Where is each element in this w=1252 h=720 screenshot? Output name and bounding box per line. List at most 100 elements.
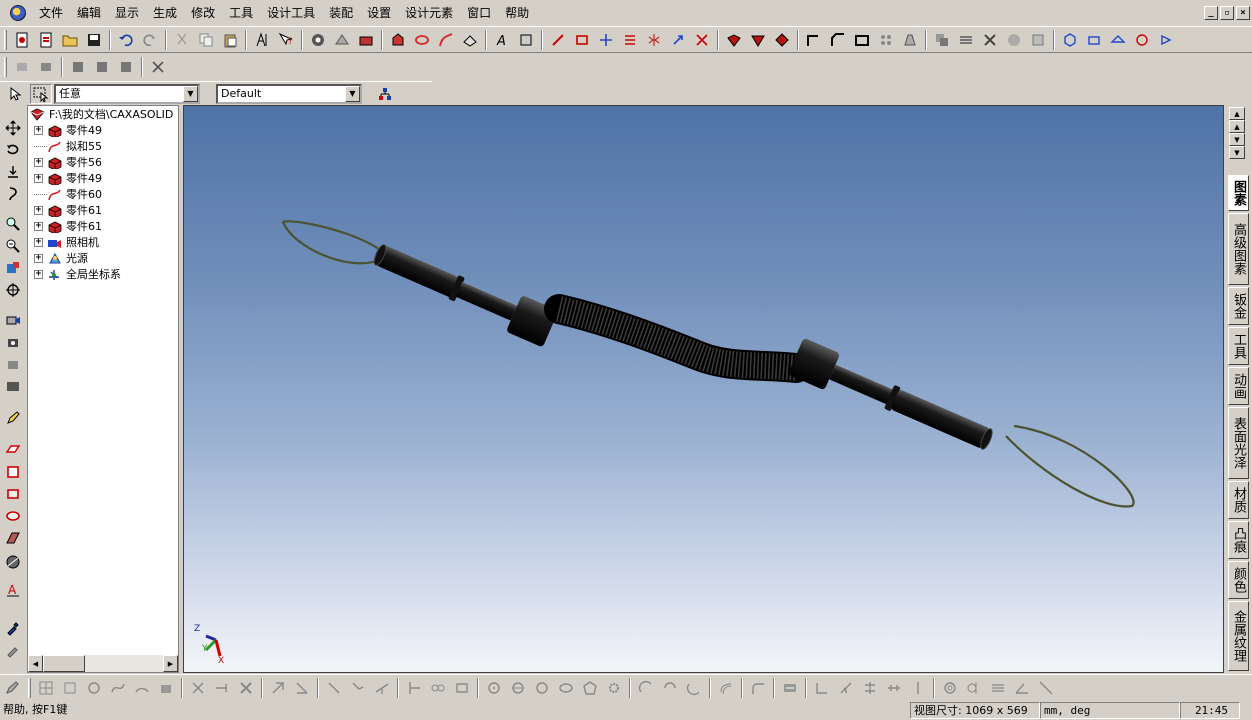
new-document-icon[interactable] [10, 29, 34, 51]
sweep-icon[interactable] [434, 29, 458, 51]
fillet-icon[interactable] [802, 29, 826, 51]
assembly-1-icon[interactable] [930, 29, 954, 51]
tab-tools[interactable]: 工具 [1228, 327, 1249, 365]
menu-assembly[interactable]: 装配 [322, 0, 360, 27]
scroll-top-arrow-icon[interactable]: ▲ [1229, 107, 1245, 120]
dim-tool-5-icon[interactable] [114, 56, 138, 78]
sketch-rotate-icon[interactable] [666, 29, 690, 51]
dim-tool-1-icon[interactable] [10, 56, 34, 78]
trim-icon[interactable] [186, 677, 210, 699]
view-iso-icon[interactable] [1058, 29, 1082, 51]
scroll-right-arrow-icon[interactable]: ▶ [163, 655, 178, 672]
view-top-icon[interactable] [1106, 29, 1130, 51]
sketch-mirror-icon[interactable] [642, 29, 666, 51]
sketch-toggle-icon[interactable] [0, 677, 24, 699]
zoom-all-icon[interactable] [3, 258, 23, 278]
scroll-up-arrow-icon[interactable]: ▲ [1229, 120, 1245, 133]
mirror-dim-icon[interactable] [858, 677, 882, 699]
text-tool-icon[interactable]: A [3, 580, 23, 600]
expand-plus-icon[interactable]: + [34, 237, 43, 247]
scroll-left-arrow-icon[interactable]: ◀ [28, 655, 43, 672]
dim-tool-3-icon[interactable] [66, 56, 90, 78]
vertical-constraint-icon[interactable] [906, 677, 930, 699]
circle-center-icon[interactable] [482, 677, 506, 699]
feature-red-2-icon[interactable] [746, 29, 770, 51]
selection-filter-select[interactable]: 任意 ▼ [54, 84, 200, 104]
tree-item[interactable]: + 全局坐标系 [34, 266, 121, 282]
pan-icon[interactable] [3, 118, 23, 138]
dim-tool-2-icon[interactable] [34, 56, 58, 78]
camera-tool-3-icon[interactable] [3, 354, 23, 374]
hierarchy-icon[interactable] [374, 84, 396, 104]
assembly-4-icon[interactable] [1002, 29, 1026, 51]
tree-item[interactable]: + 零件49 [34, 122, 102, 138]
tab-metal-texture[interactable]: 金属纹理 [1228, 601, 1249, 671]
camera-tool-1-icon[interactable] [3, 310, 23, 330]
horizontal-constraint-icon[interactable] [882, 677, 906, 699]
rectangle-icon[interactable] [450, 677, 474, 699]
tab-advanced-primitives[interactable]: 高级图素 [1228, 213, 1249, 285]
plane-4-icon[interactable] [3, 506, 23, 526]
zoom-window-icon[interactable] [3, 236, 23, 256]
redo-icon[interactable] [138, 29, 162, 51]
close-button[interactable]: × [1236, 6, 1250, 20]
select-filter-icon[interactable] [250, 29, 274, 51]
menu-help[interactable]: 帮助 [498, 0, 536, 27]
loft-icon[interactable] [458, 29, 482, 51]
sketch-line-icon[interactable] [546, 29, 570, 51]
tab-primitives[interactable]: 图素 [1228, 175, 1249, 211]
configuration-select[interactable]: Default ▼ [216, 84, 362, 104]
sketch-delete-icon[interactable] [690, 29, 714, 51]
help-cursor-icon[interactable]: ? [274, 29, 298, 51]
arc-3pt-icon[interactable] [634, 677, 658, 699]
angle-line-icon[interactable] [370, 677, 394, 699]
extend-icon[interactable] [210, 677, 234, 699]
restore-button[interactable]: ▫ [1220, 6, 1234, 20]
plane-1-icon[interactable] [3, 440, 23, 460]
minimize-button[interactable]: _ [1204, 6, 1218, 20]
polygon-icon[interactable] [578, 677, 602, 699]
text-icon[interactable]: A [490, 29, 514, 51]
save-icon[interactable] [82, 29, 106, 51]
copy-icon[interactable] [194, 29, 218, 51]
tree-item[interactable]: 拟和55 [34, 138, 102, 154]
dimension-icon[interactable] [514, 29, 538, 51]
camera-tool-2-icon[interactable] [3, 332, 23, 352]
tangent-line-icon[interactable] [346, 677, 370, 699]
concentric-icon[interactable] [938, 677, 962, 699]
tree-item[interactable]: + 零件56 [34, 154, 102, 170]
menu-window[interactable]: 窗口 [460, 0, 498, 27]
paint-icon[interactable] [3, 640, 23, 660]
plane-5-icon[interactable] [3, 528, 23, 548]
shell-icon[interactable] [850, 29, 874, 51]
zoom-icon[interactable] [3, 214, 23, 234]
pattern-icon[interactable] [874, 29, 898, 51]
menu-view[interactable]: 显示 [108, 0, 146, 27]
expand-plus-icon[interactable]: + [34, 253, 43, 263]
feature-red-1-icon[interactable] [722, 29, 746, 51]
plane-2-icon[interactable] [3, 462, 23, 482]
revolve-icon[interactable] [410, 29, 434, 51]
grid-icon[interactable] [34, 677, 58, 699]
new-drawing-icon[interactable] [34, 29, 58, 51]
menu-design-elements[interactable]: 设计元素 [398, 0, 460, 27]
ellipse-icon[interactable] [554, 677, 578, 699]
orbit-icon[interactable] [3, 140, 23, 160]
extrude-icon[interactable] [386, 29, 410, 51]
3d-viewport[interactable]: Z Y X [183, 105, 1224, 673]
solid-generate-icon[interactable] [306, 29, 330, 51]
sketch-move-icon[interactable] [594, 29, 618, 51]
tab-animation[interactable]: 动画 [1228, 367, 1249, 405]
perpendicular-icon[interactable] [402, 677, 426, 699]
expand-plus-icon[interactable]: + [34, 269, 43, 279]
spline-icon[interactable] [106, 677, 130, 699]
expand-plus-icon[interactable]: + [34, 125, 43, 135]
dimension-sketch-icon[interactable] [778, 677, 802, 699]
gear-icon[interactable] [602, 677, 626, 699]
angle-constraint-icon[interactable] [1010, 677, 1034, 699]
tree-item[interactable]: + 照相机 [34, 234, 99, 250]
feature-red-3-icon[interactable] [770, 29, 794, 51]
tab-emboss[interactable]: 凸痕 [1228, 521, 1249, 559]
tab-surface-gloss[interactable]: 表面光泽 [1228, 407, 1249, 479]
link-icon[interactable] [426, 677, 450, 699]
